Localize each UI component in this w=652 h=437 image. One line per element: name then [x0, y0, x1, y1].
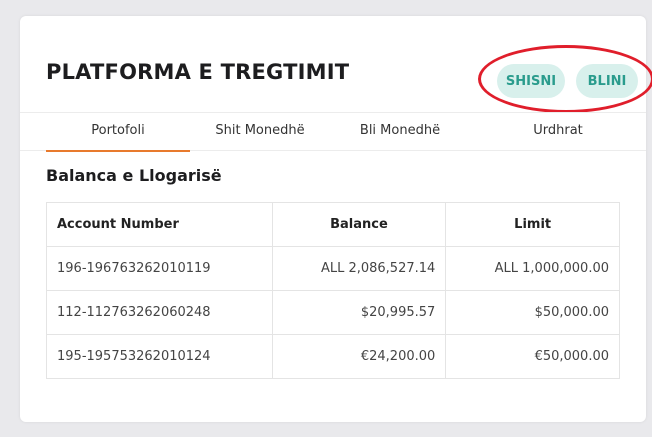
tab-bar: Portofoli Shit Monedhë Bli Monedhë Urdhr… — [20, 112, 646, 152]
tab-orders[interactable]: Urdhrat — [470, 113, 646, 151]
limit-cell: ALL 1,000,000.00 — [445, 246, 620, 291]
table-row: 112-112763262060248 $20,995.57 $50,000.0… — [46, 290, 620, 335]
tab-sell-currency[interactable]: Shit Monedhë — [190, 113, 330, 151]
balance-cell: $20,995.57 — [271, 290, 447, 335]
page-title: PLATFORMA E TREGTIMIT — [46, 60, 350, 84]
account-number-cell: 196-196763262010119 — [46, 246, 273, 291]
sell-button[interactable]: SHISNI — [497, 64, 565, 98]
table-header-row: Account Number Balance Limit — [46, 202, 620, 247]
table-row: 195-195753262010124 €24,200.00 €50,000.0… — [46, 334, 620, 379]
balance-cell: €24,200.00 — [271, 334, 447, 379]
tab-portfolio[interactable]: Portofoli — [20, 113, 190, 152]
column-header-limit: Limit — [445, 202, 620, 247]
tab-buy-currency[interactable]: Bli Monedhë — [330, 113, 470, 151]
section-title: Balanca e Llogarisë — [46, 166, 222, 185]
account-number-cell: 112-112763262060248 — [46, 290, 273, 335]
balance-table: Account Number Balance Limit 196-1967632… — [46, 202, 620, 379]
limit-cell: $50,000.00 — [445, 290, 620, 335]
trading-platform-card: PLATFORMA E TREGTIMIT SHISNI BLINI Porto… — [20, 16, 652, 422]
column-header-balance: Balance — [271, 202, 447, 247]
limit-cell: €50,000.00 — [445, 334, 620, 379]
account-number-cell: 195-195753262010124 — [46, 334, 273, 379]
balance-cell: ALL 2,086,527.14 — [271, 246, 447, 291]
column-header-account: Account Number — [46, 202, 273, 247]
buy-button[interactable]: BLINI — [576, 64, 638, 98]
table-row: 196-196763262010119 ALL 2,086,527.14 ALL… — [46, 246, 620, 291]
